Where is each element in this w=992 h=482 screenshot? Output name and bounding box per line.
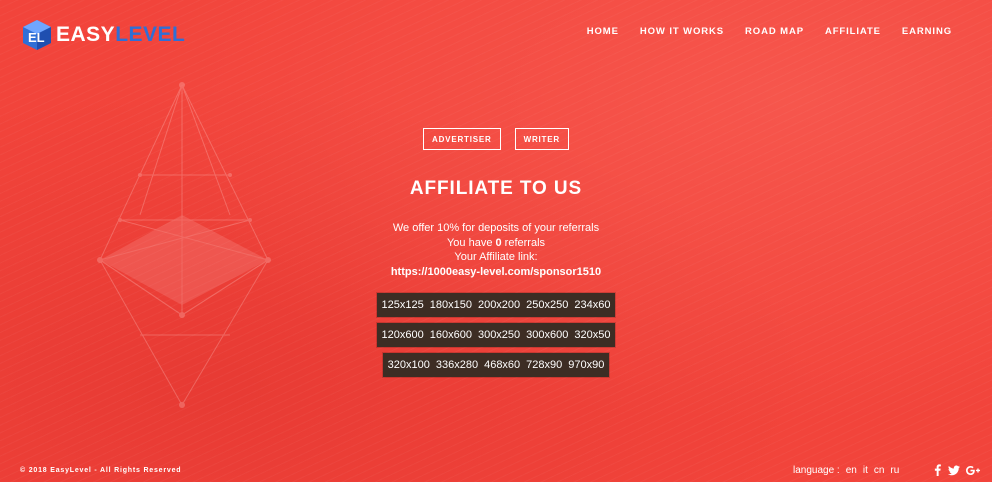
banner-row-2: 120x600 160x600 300x250 300x600 320x50 [0, 323, 992, 347]
banner-size-option[interactable]: 120x600 [379, 325, 427, 345]
copyright-text: © 2018 EasyLevel - All Rights Reserved [20, 467, 182, 474]
writer-button[interactable]: WRITER [514, 128, 569, 150]
banner-size-group: 125x125 180x150 200x200 250x250 234x60 [376, 293, 616, 317]
language-it[interactable]: it [863, 465, 868, 476]
banner-size-group: 120x600 160x600 300x250 300x600 320x50 [376, 323, 616, 347]
banner-row-3: 320x100 336x280 468x60 728x90 970x90 [0, 353, 992, 377]
main-nav: HOME HOW IT WORKS ROAD MAP AFFILIATE EAR… [587, 26, 952, 37]
offer-text: We offer 10% for deposits of your referr… [392, 222, 600, 234]
nav-home[interactable]: HOME [587, 26, 619, 37]
nav-how-it-works[interactable]: HOW IT WORKS [640, 26, 724, 37]
logo-cube-icon: EL [23, 20, 51, 50]
twitter-icon[interactable] [948, 465, 960, 476]
nav-earning[interactable]: EARNING [902, 26, 952, 37]
banner-size-option[interactable]: 728x90 [523, 355, 565, 375]
affiliate-info: We offer 10% for deposits of your referr… [0, 221, 992, 279]
banner-size-option[interactable]: 970x90 [565, 355, 607, 375]
facebook-icon[interactable] [933, 464, 942, 476]
banner-size-option[interactable]: 320x100 [385, 355, 433, 375]
language-cn[interactable]: cn [874, 465, 885, 476]
banner-size-group: 320x100 336x280 468x60 728x90 970x90 [382, 353, 610, 377]
affiliate-link-label: Your Affiliate link: [454, 251, 538, 263]
nav-road-map[interactable]: ROAD MAP [745, 26, 804, 37]
banner-size-option[interactable]: 180x150 [427, 295, 475, 315]
social-links [933, 464, 980, 476]
language-selector: language : en it cn ru [793, 465, 899, 476]
brand-name: EASYLEVEL [56, 23, 186, 46]
brand-logo[interactable]: EL EASYLEVEL [20, 18, 185, 52]
language-en[interactable]: en [846, 465, 857, 476]
advertiser-button[interactable]: ADVERTISER [423, 128, 501, 150]
banner-row-1: 125x125 180x150 200x200 250x250 234x60 [0, 293, 992, 317]
language-ru[interactable]: ru [890, 465, 899, 476]
nav-affiliate[interactable]: AFFILIATE [825, 26, 881, 37]
language-label: language : [793, 465, 840, 476]
banner-size-option[interactable]: 200x200 [475, 295, 523, 315]
banner-size-option[interactable]: 125x125 [379, 295, 427, 315]
banner-size-option[interactable]: 300x600 [523, 325, 571, 345]
banner-size-option[interactable]: 336x280 [433, 355, 481, 375]
page-title: AFFILIATE TO US [409, 178, 583, 199]
banner-size-option[interactable]: 468x60 [481, 355, 523, 375]
affiliate-tabs: ADVERTISER WRITER [0, 128, 992, 150]
banner-size-option[interactable]: 250x250 [523, 295, 571, 315]
banner-size-option[interactable]: 160x600 [427, 325, 475, 345]
affiliate-link[interactable]: https://1000easy-level.com/sponsor1510 [0, 265, 992, 280]
banner-size-option[interactable]: 300x250 [475, 325, 523, 345]
google-plus-icon[interactable] [966, 465, 980, 476]
referrals-text: You have 0 referrals [446, 236, 546, 249]
svg-text:EL: EL [28, 30, 45, 45]
banner-size-option[interactable]: 320x50 [571, 325, 613, 345]
banner-size-option[interactable]: 234x60 [571, 295, 613, 315]
